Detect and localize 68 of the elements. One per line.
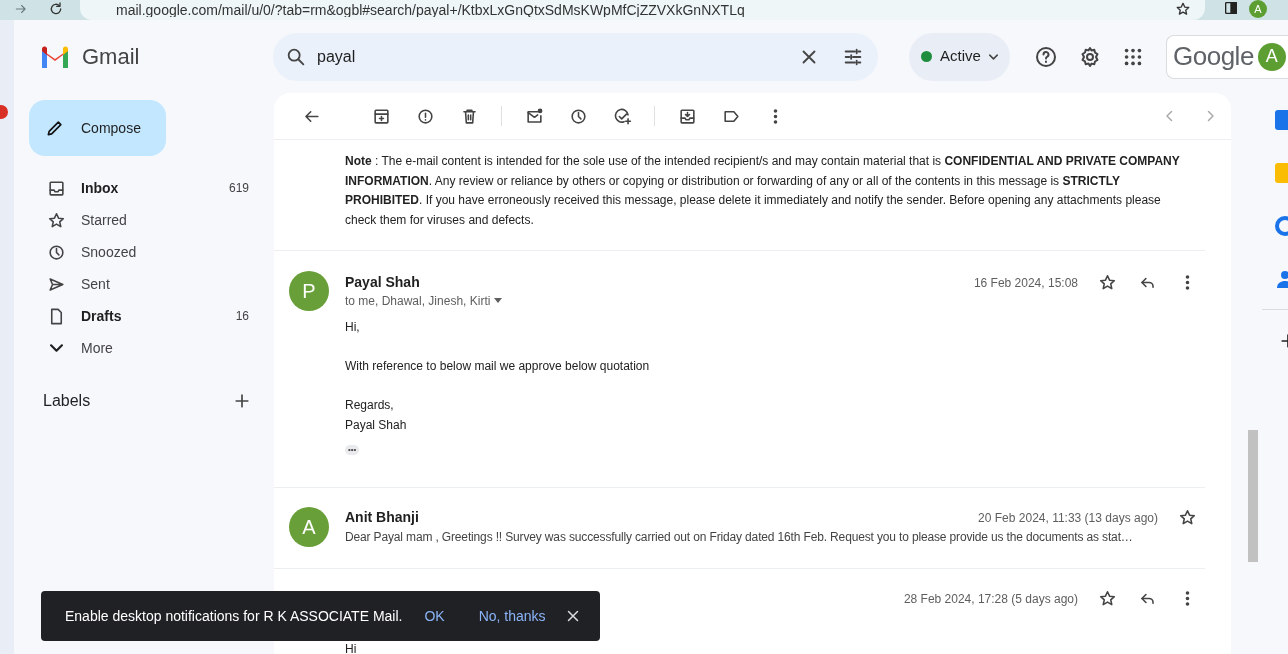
- star-icon[interactable]: [1178, 508, 1197, 527]
- message-date: 20 Feb 2024, 11:33 (13 days ago): [978, 509, 1158, 527]
- message-date: 28 Feb 2024, 17:28 (5 days ago): [903, 590, 1078, 608]
- disclaimer-text: Note : The e-mail content is intended for the sole use of the intended recipient/s and may contain material that is CONFIDENTIAL AND PRIVATE COMPANY INFORMATION. Any review or reliance by others or copying or distribution or forwarding of any or all of the contents in this message is STRICTLY PROHIBITED. If you have erroneously received this message, please delete it immediately and notify the sender. Before opening any attachments please check them for viruses and defects.: [345, 153, 1181, 229]
- forward-icon[interactable]: [14, 2, 28, 16]
- mark-unread-icon[interactable]: [524, 106, 544, 126]
- dropdown-caret-icon[interactable]: [494, 298, 503, 304]
- bookmark-star-icon[interactable]: [1175, 1, 1191, 17]
- sender-avatar: P: [289, 271, 329, 311]
- nav-label: Snoozed: [81, 242, 138, 262]
- star-icon[interactable]: [1098, 589, 1117, 608]
- star-icon: [47, 210, 66, 230]
- archive-icon[interactable]: [371, 106, 391, 126]
- side-panel-icon[interactable]: [1223, 0, 1239, 16]
- nav-label: More: [81, 338, 114, 358]
- snackbar-action[interactable]: OK: [424, 605, 445, 627]
- labels-heading: Labels: [43, 391, 92, 411]
- nav-label: Sent: [81, 274, 111, 294]
- reload-icon[interactable]: [48, 1, 64, 17]
- collapsed-message[interactable]: A Anit Bhanji 20 Feb 2024, 11:33 (13 days ago) Dear Payal mam , Greetings !! Survey was successfully carried out on Friday dated 16th Feb. Request you to please provide us the documents as stat…: [274, 488, 1205, 569]
- recipients-text: to me, Dhawal, Jinesh, Kirti: [345, 293, 491, 310]
- nav-item[interactable]: Drafts 16: [14, 300, 274, 332]
- sender-avatar: A: [289, 507, 329, 547]
- url-text: mail.google.com/mail/u/0/?tab=rm&ogbl#search/payal+/KtbxLxGnQtxSdMsKWpMfCjZZVXkGnNXTLq: [116, 3, 745, 17]
- move-to-icon[interactable]: [677, 106, 697, 126]
- snooze-icon[interactable]: [568, 106, 588, 126]
- nav-count: 619: [228, 180, 249, 197]
- body-paragraph: Regards, Payal Shah: [345, 397, 408, 434]
- nav-item[interactable]: Sent: [14, 268, 274, 300]
- report-spam-icon[interactable]: [415, 106, 435, 126]
- scrollbar-thumb[interactable]: [1248, 430, 1258, 562]
- nav-label: Inbox: [81, 178, 120, 198]
- nav-item[interactable]: Inbox 619: [14, 172, 274, 204]
- body-paragraph: Hi: [345, 643, 358, 654]
- sender-name: Payal Shah: [345, 273, 421, 292]
- add-task-icon[interactable]: [612, 106, 632, 126]
- pencil-icon: [45, 118, 65, 138]
- inbox-icon: [47, 178, 66, 198]
- nav-item[interactable]: Starred: [14, 204, 274, 236]
- star-icon[interactable]: [1098, 273, 1117, 292]
- help-icon[interactable]: [1034, 44, 1058, 69]
- nav-count: 16: [235, 308, 249, 325]
- nav-label: Drafts: [81, 306, 123, 326]
- nav-item[interactable]: Snoozed: [14, 236, 274, 268]
- address-bar[interactable]: mail.google.com/mail/u/0/?tab=rm&ogbl#search/payal+/KtbxLxGnQtxSdMsKWpMfCjZZVXkGnNXTLq: [80, 0, 1205, 20]
- body-paragraph: With reference to below mail we approve below quotation: [345, 358, 651, 375]
- chevron-down-icon: [988, 53, 998, 60]
- account-avatar: A: [1257, 42, 1286, 71]
- chevron-down-icon: [50, 344, 63, 352]
- account-chip[interactable]: Google A: [1166, 34, 1288, 79]
- sender-name: Anit Bhanji: [345, 508, 420, 527]
- search-text: payal: [317, 46, 357, 67]
- message-snippet: Dear Payal mam , Greetings !! Survey was successfully carried out on Friday dated 16th Feb. Request you to please provide us the documents as stat…: [345, 529, 1134, 546]
- body-paragraph: Hi,: [345, 319, 361, 336]
- gmail-logo-icon: [40, 45, 70, 68]
- clock-icon: [47, 242, 66, 262]
- google-wordmark: Google: [1173, 40, 1254, 73]
- nav-label: Starred: [81, 210, 128, 230]
- active-status-icon: [921, 51, 932, 62]
- message-date: 16 Feb 2024, 15:08: [973, 275, 1078, 292]
- snackbar-message: Enable desktop notifications for R K ASSOCIATE Mail.: [65, 606, 403, 626]
- search-field[interactable]: payal: [273, 32, 878, 81]
- show-trimmed-button[interactable]: •••: [345, 445, 360, 455]
- snackbar-action[interactable]: No, thanks: [478, 605, 546, 627]
- status-button[interactable]: Active: [909, 32, 1010, 81]
- compose-button[interactable]: Compose: [29, 100, 166, 156]
- app-name: Gmail: [82, 43, 141, 71]
- nav-item[interactable]: More: [14, 332, 274, 364]
